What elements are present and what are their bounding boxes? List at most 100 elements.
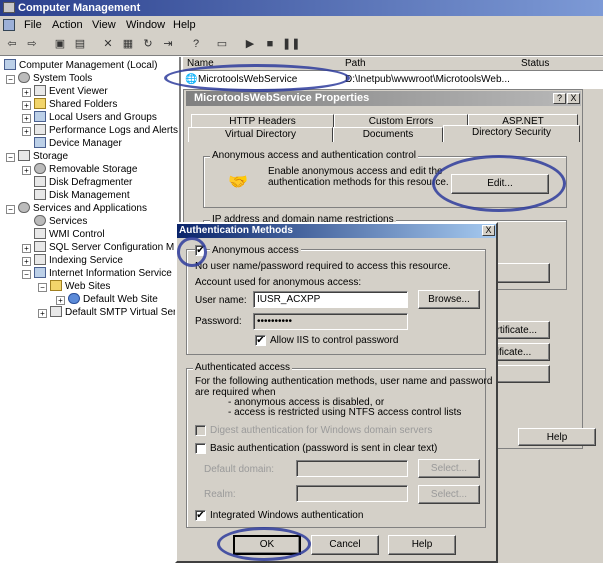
- iis-icon: [34, 267, 46, 278]
- tab-virtual-directory[interactable]: Virtual Directory: [188, 127, 333, 142]
- column-path[interactable]: Path: [345, 58, 366, 69]
- help-button[interactable]: Help: [388, 535, 456, 555]
- tree-item-removable-storage[interactable]: + Removable Storage: [22, 163, 137, 176]
- computer-icon[interactable]: ▭: [214, 37, 230, 52]
- tree-item-event-viewer[interactable]: + Event Viewer: [22, 85, 108, 98]
- list-item-name: MicrotoolsWebService: [198, 74, 298, 85]
- handshake-icon: 🤝: [228, 174, 248, 191]
- computer-icon: [4, 59, 16, 70]
- defrag-icon: [34, 176, 46, 187]
- list-item[interactable]: 🌐 MicrotoolsWebService D:\Inetpub\wwwroo…: [183, 71, 603, 89]
- menu-window[interactable]: Window: [126, 16, 165, 34]
- window-title: Computer Management: [18, 2, 141, 14]
- menu-action[interactable]: Action: [52, 16, 83, 34]
- realm-field[interactable]: [296, 485, 408, 502]
- auth-bullet-2: - access is restricted using NTFS access…: [228, 407, 462, 418]
- tree-item-services-and-applications[interactable]: − Services and Applications: [6, 202, 147, 215]
- show-tree-icon[interactable]: ▤: [72, 37, 88, 52]
- menu-view[interactable]: View: [92, 16, 116, 34]
- close-icon[interactable]: X: [482, 225, 495, 236]
- user-name-label: User name:: [195, 295, 247, 306]
- tree-item-local-users[interactable]: + Local Users and Groups: [22, 111, 157, 124]
- ok-button[interactable]: OK: [233, 535, 301, 555]
- column-name[interactable]: Name: [187, 58, 214, 69]
- help-icon[interactable]: ?: [188, 37, 204, 52]
- forward-arrow-icon[interactable]: ⇨: [24, 37, 40, 52]
- tree-item-default-smtp[interactable]: + Default SMTP Virtual Ser: [38, 306, 176, 319]
- list-header: Name Path Status: [183, 57, 603, 71]
- refresh-icon[interactable]: ↻: [140, 37, 156, 52]
- storage-icon: [18, 150, 30, 161]
- properties-icon[interactable]: ▦: [120, 37, 136, 52]
- integrated-windows-label: Integrated Windows authentication: [210, 510, 364, 521]
- tree-item-storage[interactable]: − Storage: [6, 150, 68, 163]
- realm-label: Realm:: [204, 489, 236, 500]
- tree-item-wmi-control[interactable]: WMI Control: [34, 228, 105, 241]
- gear-icon: [34, 215, 46, 226]
- tree-item-sql-server-config[interactable]: + SQL Server Configuration M: [22, 241, 174, 254]
- anonymous-access-label: Anonymous access: [210, 245, 301, 256]
- basic-auth-checkbox[interactable]: [195, 443, 206, 454]
- allow-iis-checkbox[interactable]: ✔: [255, 335, 266, 346]
- properties-help-button[interactable]: ?: [553, 93, 566, 104]
- password-label: Password:: [195, 316, 242, 327]
- menu-bar: File Action View Window Help: [0, 16, 603, 34]
- back-arrow-icon[interactable]: ⇦: [4, 37, 20, 52]
- properties-help-btn[interactable]: Help: [518, 428, 596, 446]
- menu-help[interactable]: Help: [173, 16, 196, 34]
- browse-button[interactable]: Browse...: [418, 290, 480, 309]
- basic-auth-label: Basic authentication (password is sent i…: [210, 443, 438, 454]
- tree-item-services[interactable]: Services: [34, 215, 87, 228]
- default-domain-select-button[interactable]: Select...: [418, 459, 480, 478]
- tab-directory-security[interactable]: Directory Security: [443, 125, 580, 142]
- console-tree: Computer Management (Local) − System Tool…: [0, 57, 181, 563]
- realm-select-button[interactable]: Select...: [418, 485, 480, 504]
- user-name-field[interactable]: IUSR_ACXPP: [253, 291, 408, 308]
- column-status[interactable]: Status: [521, 58, 549, 69]
- anon-text-1: Enable anonymous access and edit the: [268, 166, 443, 177]
- tree-item-disk-management[interactable]: Disk Management: [34, 189, 130, 202]
- pause-icon[interactable]: ❚❚: [282, 37, 300, 52]
- integrated-windows-checkbox[interactable]: ✔: [195, 510, 206, 521]
- folder-icon: [34, 98, 46, 109]
- system-menu-icon[interactable]: [3, 19, 15, 31]
- cancel-button[interactable]: Cancel: [311, 535, 379, 555]
- tree-item-shared-folders[interactable]: + Shared Folders: [22, 98, 117, 111]
- services-icon: [18, 202, 30, 213]
- up-folder-icon[interactable]: ▣: [52, 37, 68, 52]
- tree-item-device-manager[interactable]: Device Manager: [34, 137, 122, 150]
- properties-close-button[interactable]: X: [567, 93, 580, 104]
- window-title-bar: Computer Management: [0, 0, 603, 16]
- export-list-icon[interactable]: ⇥: [160, 37, 176, 52]
- indexing-icon: [34, 254, 46, 265]
- toolbar: ⇦ ⇨ ▣ ▤ ✕ ▦ ↻ ⇥ ? ▭ ▶ ■ ❚❚: [0, 34, 603, 56]
- tree-item-web-sites[interactable]: − Web Sites: [38, 280, 110, 293]
- folder-icon: [50, 280, 62, 291]
- tree-item-system-tools[interactable]: − System Tools: [6, 72, 92, 85]
- anon-text-2: authentication methods for this resource…: [268, 177, 449, 188]
- edit-button[interactable]: Edit...: [451, 174, 549, 194]
- anonymous-access-group-label: Anonymous access and authentication cont…: [210, 150, 419, 161]
- delete-icon[interactable]: ✕: [100, 37, 116, 52]
- tree-item-computer-management[interactable]: Computer Management (Local): [4, 59, 157, 72]
- authenticated-access-label: Authenticated access: [193, 362, 293, 373]
- digest-checkbox[interactable]: [195, 425, 206, 436]
- event-viewer-icon: [34, 85, 46, 96]
- menu-file[interactable]: File: [24, 16, 42, 34]
- tree-item-disk-defragmenter[interactable]: Disk Defragmenter: [34, 176, 132, 189]
- tree-item-performance-logs[interactable]: + Performance Logs and Alerts: [22, 124, 178, 137]
- list-item-path: D:\Inetpub\wwwroot\MicrotoolsWeb...: [345, 74, 510, 85]
- tools-icon: [18, 72, 30, 83]
- tree-item-default-web-site[interactable]: + Default Web Site: [56, 293, 158, 306]
- default-domain-field[interactable]: [296, 460, 408, 477]
- tree-item-iis[interactable]: − Internet Information Service: [22, 267, 172, 280]
- globe-icon: 🌐: [185, 74, 198, 85]
- anonymous-access-checkbox[interactable]: ✔: [195, 245, 206, 256]
- auth-desc-1: For the following authentication methods…: [195, 376, 493, 387]
- play-icon[interactable]: ▶: [242, 37, 258, 52]
- tab-documents[interactable]: Documents: [333, 127, 443, 142]
- tree-item-indexing-service[interactable]: + Indexing Service: [22, 254, 123, 267]
- sql-icon: [34, 241, 46, 252]
- password-field[interactable]: ••••••••••: [253, 313, 408, 330]
- stop-icon[interactable]: ■: [262, 37, 278, 52]
